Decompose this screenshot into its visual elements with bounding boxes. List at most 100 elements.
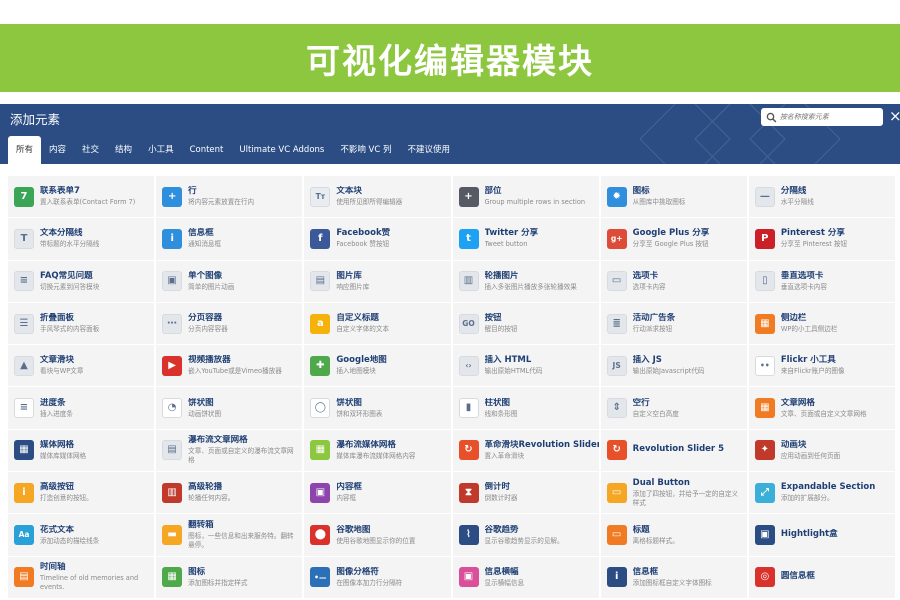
pinterest-icon: P xyxy=(754,228,775,249)
timeline-icon: ▤ xyxy=(14,567,34,588)
tab-5[interactable]: Content xyxy=(182,136,232,164)
element-item[interactable]: ✹ 图标 从图库中挑取图标 xyxy=(600,176,747,219)
element-item[interactable]: ◯ 饼状图 饼和双环形图表 xyxy=(304,387,451,430)
element-item[interactable]: ⤢ Expandable Section 添加的扩展部分。 xyxy=(748,472,895,515)
element-item[interactable]: Aa 花式文本 添加动态的描绘线条 xyxy=(8,514,155,557)
icon-glyph: ▲ xyxy=(20,359,28,371)
element-item[interactable]: ◔ 饼状图 动画饼状图 xyxy=(156,387,303,430)
element-item[interactable]: ▤ 时间轴 Timeline of old memories and events. xyxy=(8,556,155,599)
icon-glyph: ▣ xyxy=(463,571,474,583)
close-icon[interactable]: × xyxy=(889,106,900,126)
element-item[interactable]: ↻ Revolution Slider 5 xyxy=(600,429,747,473)
element-item[interactable]: 7 联系表单7 置入联系表单(Contact Form 7) xyxy=(8,176,155,219)
element-item[interactable]: Tт 文本块 使用所见即所得编辑器 xyxy=(304,176,451,219)
posts-slider-icon: ▲ xyxy=(14,355,34,376)
element-title: 内容框 xyxy=(336,482,362,493)
element-description: 看块与WP文章 xyxy=(40,367,84,376)
element-item[interactable]: •— 图像分格符 在图像本加力行分隔符 xyxy=(304,556,451,599)
element-item[interactable]: ▦ 瀑布流媒体网格 媒体库瀑布流媒体网格内容 xyxy=(304,429,451,473)
element-item[interactable]: ▦ 侧边栏 WP的小工具侧边栏 xyxy=(748,302,895,346)
element-item[interactable]: i 信息框 通知消息框 xyxy=(156,218,303,261)
element-item[interactable]: ≡ FAQ常见问题 切换元素到问答模块 xyxy=(8,260,155,303)
icon-glyph: ▭ xyxy=(611,275,622,287)
accordion-icon: ☰ xyxy=(14,313,34,334)
masonry-grid-icon: ▤ xyxy=(162,440,183,461)
element-item[interactable]: GO 按钮 醒目的按钮 xyxy=(452,302,599,346)
element-item[interactable]: ✦ 动画块 应用动画到任何页面 xyxy=(748,429,895,473)
element-title: 按钮 xyxy=(484,313,502,324)
tab-3[interactable]: 结构 xyxy=(107,136,140,164)
tab-6[interactable]: Ultimate VC Addons xyxy=(231,136,332,164)
element-title: 标题 xyxy=(632,524,650,535)
element-item[interactable]: ▣ 信息横幅 显示横幅信息 xyxy=(452,556,599,599)
element-item[interactable]: •• Flickr 小工具 来自Flickr账户的图像 xyxy=(748,345,895,388)
element-item[interactable]: ▦ 媒体网格 媒体库媒体网格 xyxy=(8,429,155,473)
element-item[interactable]: ☰ 折叠面板 手风琴式的内容面板 xyxy=(8,302,155,346)
tab-4[interactable]: 小工具 xyxy=(140,136,182,164)
element-item[interactable]: ▭ Dual Button 添加了四按钮，并给予一定的自定义样式 xyxy=(600,472,747,515)
icon-glyph: ☰ xyxy=(19,317,29,329)
element-title: FAQ常见问题 xyxy=(40,270,93,281)
element-item[interactable]: ▯ 垂直选项卡 垂直选项卡内容 xyxy=(748,260,895,303)
icon-glyph: ≡ xyxy=(19,402,29,414)
element-item[interactable]: ▥ 高级轮播 轮播任何内容。 xyxy=(156,472,303,515)
element-title: 进度条 xyxy=(40,397,66,408)
section-plus-icon: + xyxy=(458,186,479,207)
icon-glyph: •— xyxy=(314,572,327,582)
element-item[interactable]: ▦ 图标 添加图标并指定样式 xyxy=(156,556,303,599)
element-item[interactable]: ⧗ 倒计时 倒数计时器 xyxy=(452,472,599,515)
element-item[interactable]: ⋯ 分页容器 分页内容容器 xyxy=(156,302,303,346)
element-item[interactable]: ≣ 活动广告条 行动派求按钮 xyxy=(600,302,747,346)
search-box[interactable] xyxy=(761,108,883,126)
tab-8[interactable]: 不建议使用 xyxy=(400,136,459,164)
element-item[interactable]: ▤ 图片库 响应图片库 xyxy=(304,260,451,303)
icon-glyph: ↻ xyxy=(612,444,621,456)
element-item[interactable]: ⌇ 谷歌趋势 显示谷歌趋势显示的见解。 xyxy=(452,514,599,557)
element-item[interactable]: + 部位 Group multiple rows in section xyxy=(452,176,599,219)
tab-2[interactable]: 社交 xyxy=(74,136,107,164)
element-item[interactable]: ▶ 视频播放器 嵌入YouTube或是Vimeo播放器 xyxy=(156,345,303,388)
row-plus-icon: + xyxy=(162,186,183,207)
element-title: 单个图像 xyxy=(188,270,223,281)
element-item[interactable]: ≡ 进度条 插入进度条 xyxy=(8,387,155,430)
element-item[interactable]: ◎ 圆信息框 xyxy=(748,556,895,599)
element-item[interactable]: JS 插入 JS 输出原始Javascript代码 xyxy=(600,345,747,388)
element-item[interactable]: ▮ 柱状图 线和条形图 xyxy=(452,387,599,430)
element-item[interactable]: ↻ 革命滑块Revolution Slider 置入革命滑块 xyxy=(452,429,599,473)
element-item[interactable]: g+ Google Plus 分享 分享至 Google Plus 按钮 xyxy=(600,218,747,261)
element-item[interactable]: ▣ 内容框 内容框 xyxy=(304,472,451,515)
element-item[interactable]: ▣ Hightlight盒 xyxy=(748,514,895,557)
image-gallery-icon: ▤ xyxy=(310,271,331,292)
tab-1[interactable]: 内容 xyxy=(41,136,74,164)
element-description: 打造创意的按钮。 xyxy=(40,494,93,503)
element-item[interactable]: ⇕ 空行 自定义空白高度 xyxy=(600,387,747,430)
element-item[interactable]: i 高级按钮 打造创意的按钮。 xyxy=(8,472,155,515)
element-item[interactable]: P Pinterest 分享 分享至 Pinterest 按钮 xyxy=(748,218,895,261)
element-item[interactable]: ▣ 单个图像 简单的图片动画 xyxy=(156,260,303,303)
element-item[interactable]: t Twitter 分享 Tweet button xyxy=(452,218,599,261)
element-title: 图像分格符 xyxy=(336,566,379,577)
element-item[interactable]: ‹› 插入 HTML 输出原始HTML代码 xyxy=(452,345,599,388)
element-item[interactable]: ▤ 瀑布流文章网格 文章、页面或自定义的瀑布流文章网格 xyxy=(156,429,303,473)
line-chart-icon: ▮ xyxy=(458,398,479,419)
element-item[interactable]: ✚ Google地图 插入地图模块 xyxy=(304,345,451,388)
icon-glyph: ✚ xyxy=(316,359,325,371)
element-item[interactable]: T 文本分隔线 带标题的水平分隔线 xyxy=(8,218,155,261)
element-item[interactable]: ⬤ 谷歌地图 使用谷歌地图显示你的位置 xyxy=(304,514,451,557)
tab-0[interactable]: 所有 xyxy=(8,136,42,164)
separator-icon: — xyxy=(754,186,775,207)
element-item[interactable]: ▲ 文章滑块 看块与WP文章 xyxy=(8,345,155,388)
element-item[interactable]: a 自定义标题 自定义字体的文本 xyxy=(304,302,451,346)
element-item[interactable]: i 信息框 添加图标框自定义字体图标 xyxy=(600,556,747,599)
element-item[interactable]: — 分隔线 水平分隔线 xyxy=(748,176,895,219)
element-item[interactable]: ▥ 轮播图片 插入多张图片播放多张轮播效果 xyxy=(452,260,599,303)
tab-7[interactable]: 不影响 VC 列 xyxy=(332,136,399,164)
element-item[interactable]: ▦ 文章网格 文章、页面或自定义文章网格 xyxy=(748,387,895,430)
element-item[interactable]: ▬ 翻转箱 图标，一些信息和出来服务特。翻转悬停。 xyxy=(156,514,303,557)
element-item[interactable]: + 行将内容元素放置在行内 xyxy=(156,176,303,219)
element-item[interactable]: ▭ 标题 离格标题样式。 xyxy=(600,514,747,557)
video-player-icon: ▶ xyxy=(162,355,183,376)
element-item[interactable]: f Facebook赞 Facebook 赞按钮 xyxy=(304,218,451,261)
element-item[interactable]: ▭ 选项卡 选项卡内容 xyxy=(600,260,747,303)
search-input[interactable] xyxy=(779,113,882,121)
